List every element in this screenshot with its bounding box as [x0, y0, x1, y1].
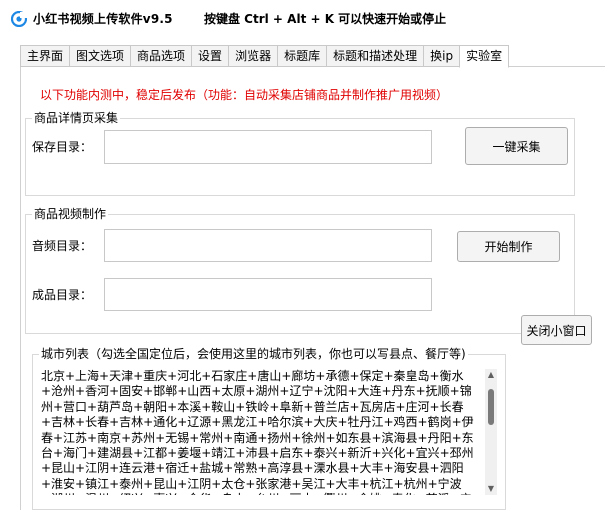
- tab-bar: 主界面 图文选项 商品选项 设置 浏览器 标题库 标题和描述处理 换ip 实验室: [20, 45, 510, 68]
- product-video-group-title: 商品视频制作: [32, 207, 109, 221]
- collect-button[interactable]: 一键采集: [465, 127, 568, 165]
- window-title: 小红书视频上传软件v9.5: [33, 12, 173, 26]
- start-production-button[interactable]: 开始制作: [457, 231, 560, 262]
- save-dir-input[interactable]: [104, 130, 432, 164]
- tab-settings[interactable]: 设置: [191, 45, 229, 67]
- scroll-up-arrow-icon[interactable]: ▲: [485, 369, 497, 381]
- title-bar: 小红书视频上传软件v9.5 按键盘 Ctrl + Alt + K 可以快速开始或…: [0, 0, 605, 38]
- tab-browser[interactable]: 浏览器: [228, 45, 278, 67]
- tab-product-options[interactable]: 商品选项: [130, 45, 192, 67]
- scroll-thumb[interactable]: [488, 389, 494, 425]
- tab-title-description[interactable]: 标题和描述处理: [326, 45, 424, 67]
- hotkey-hint: 按键盘 Ctrl + Alt + K 可以快速开始或停止: [204, 12, 447, 26]
- audio-dir-input[interactable]: [104, 229, 432, 262]
- save-dir-label: 保存目录：: [32, 140, 93, 154]
- lab-notice: 以下功能内测中，稳定后发布（功能：自动采集店铺商品并制作推广用视频）: [40, 88, 449, 102]
- tab-image-text-options[interactable]: 图文选项: [69, 45, 131, 67]
- app-logo-icon: [11, 11, 27, 27]
- audio-dir-label: 音频目录：: [32, 239, 93, 253]
- output-dir-label: 成品目录：: [32, 288, 93, 302]
- scroll-down-arrow-icon[interactable]: ▼: [485, 483, 497, 495]
- tab-lab[interactable]: 实验室: [459, 45, 510, 68]
- tab-main[interactable]: 主界面: [20, 45, 70, 67]
- tab-title-library[interactable]: 标题库: [277, 45, 327, 67]
- city-list-scrollbar[interactable]: ▲ ▼: [485, 369, 497, 495]
- close-mini-window-button[interactable]: 关闭小窗口: [521, 315, 592, 345]
- tab-change-ip[interactable]: 换ip: [423, 45, 460, 67]
- city-list-textarea[interactable]: 北京+上海+天津+重庆+河北+石家庄+唐山+廊坊+承德+保定+秦皇岛+衡水+沧州…: [41, 369, 481, 495]
- output-dir-input[interactable]: [104, 278, 432, 311]
- city-list-title: 城市列表（勾选全国定位后，会使用这里的城市列表，你也可以写县点、餐厅等): [39, 347, 468, 361]
- product-detail-group-title: 商品详情页采集: [32, 111, 121, 125]
